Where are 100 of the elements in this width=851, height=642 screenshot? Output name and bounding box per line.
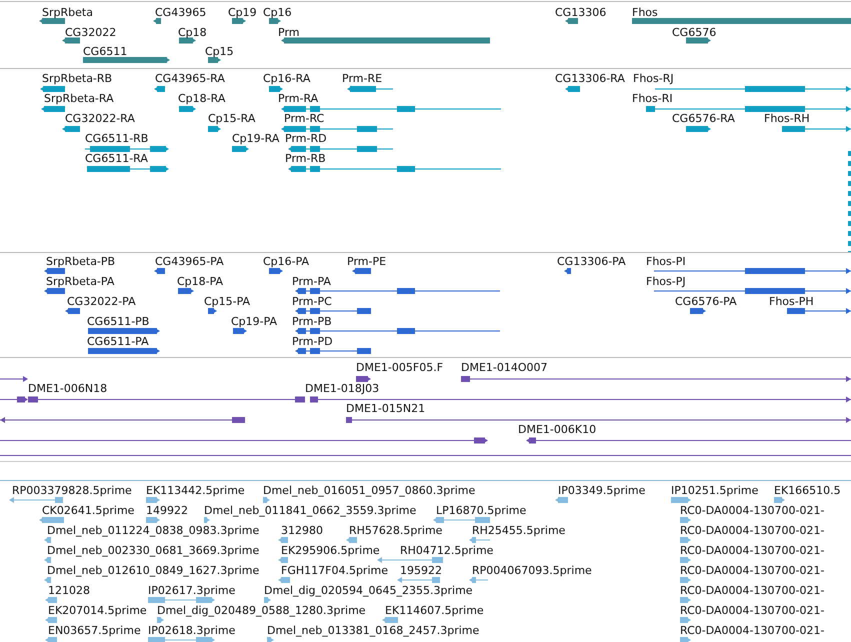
feature-label: Prm-PA (292, 275, 331, 288)
feature-label: CG6511-PB (87, 315, 150, 328)
feature-glyph[interactable] (44, 288, 65, 294)
feature-label: Prm-PD (292, 335, 333, 348)
feature-glyph[interactable] (269, 18, 281, 24)
feature-glyph[interactable] (288, 146, 394, 152)
feature-glyph[interactable] (654, 288, 851, 294)
feature-glyph[interactable] (154, 268, 165, 274)
feature-glyph[interactable] (86, 166, 169, 172)
feature-label: Prm-PC (292, 295, 332, 308)
feature-glyph[interactable] (347, 86, 394, 92)
feature-glyph[interactable] (356, 376, 371, 382)
feature-glyph[interactable] (295, 348, 372, 354)
feature-label: Dmel_neb_013381_0168_2457.3prime (267, 624, 480, 637)
feature-label: RC0-DA0004-130700-021- (680, 584, 824, 597)
feature-glyph[interactable] (88, 348, 160, 354)
feature-glyph[interactable] (310, 396, 851, 402)
feature-glyph[interactable] (654, 268, 851, 274)
feature-label: CG6511-RA (85, 152, 148, 165)
feature-glyph[interactable] (83, 57, 170, 63)
feature-label: 121028 (48, 584, 90, 597)
feature-glyph[interactable] (295, 328, 500, 334)
feature-label: Prm (278, 26, 300, 38)
feature-label: Cp18 (178, 26, 207, 38)
feature-glyph[interactable] (690, 308, 706, 314)
feature-label: IP02618.3prime (148, 624, 236, 637)
feature-label: CG6576-RA (672, 112, 735, 125)
feature-label: Dmel_neb_011224_0838_0983.3prime (47, 524, 260, 537)
feature-glyph[interactable] (178, 288, 194, 294)
feature-label: CG32022-PA (67, 295, 136, 308)
feature-glyph[interactable] (281, 106, 502, 112)
feature-label: RC0-DA0004-130700-021- (680, 504, 824, 517)
feature-label: RP003379828.5prime (12, 484, 132, 497)
feature-glyph[interactable] (346, 417, 851, 423)
feature-label: Prm-RE (342, 72, 382, 85)
feature-glyph[interactable] (39, 18, 65, 24)
feature-glyph[interactable] (233, 328, 247, 334)
feature-glyph[interactable] (62, 126, 80, 132)
feature-glyph[interactable] (0, 376, 28, 382)
feature-glyph[interactable] (786, 308, 851, 314)
feature-glyph[interactable] (208, 57, 221, 63)
feature-glyph[interactable] (269, 268, 283, 274)
feature-label: Fhos-PH (769, 295, 814, 308)
feature-glyph[interactable] (62, 38, 80, 44)
feature-glyph[interactable] (154, 86, 165, 92)
feature-glyph[interactable] (0, 417, 246, 423)
feature-label: Prm-RA (278, 92, 318, 105)
feature-label: Dmel_neb_016051_0957_0860.3prime (263, 484, 476, 497)
feature-label: CG6511-RB (85, 132, 148, 145)
feature-label: EK207014.5prime (48, 604, 147, 617)
feature-glyph[interactable] (0, 438, 488, 444)
feature-label: SrpRbeta-PB (46, 255, 116, 268)
feature-label: EK295906.5prime (281, 544, 380, 557)
feature-glyph[interactable] (295, 288, 500, 294)
feature-glyph[interactable] (281, 126, 394, 132)
feature-glyph[interactable] (686, 38, 711, 44)
feature-glyph[interactable] (782, 126, 851, 132)
feature-glyph[interactable] (208, 308, 217, 314)
feature-glyph[interactable] (28, 396, 305, 402)
feature-glyph[interactable] (352, 268, 371, 274)
feature-glyph[interactable] (84, 146, 169, 152)
feature-glyph[interactable] (686, 126, 711, 132)
feature-glyph[interactable] (565, 86, 580, 92)
feature-glyph[interactable] (232, 18, 246, 24)
feature-glyph[interactable] (646, 106, 851, 112)
feature-glyph[interactable] (40, 86, 65, 92)
feature-glyph[interactable] (288, 166, 502, 172)
feature-glyph[interactable] (153, 18, 161, 24)
feature-label: CG6576 (672, 26, 716, 38)
feature-label: Cp15 (205, 45, 234, 58)
feature-label: 195922 (400, 564, 442, 577)
feature-glyph[interactable] (295, 308, 372, 314)
feature-label: Fhos-PI (646, 255, 686, 268)
feature-label: Dmel_neb_011841_0662_3559.3prime (204, 504, 416, 517)
feature-glyph[interactable] (269, 86, 283, 92)
feature-label: CG43965-RA (155, 72, 225, 85)
feature-glyph[interactable] (41, 106, 65, 112)
feature-glyph[interactable] (232, 146, 249, 152)
feature-glyph[interactable] (65, 308, 80, 314)
feature-label: Cp16-PA (263, 255, 310, 268)
feature-glyph[interactable] (460, 376, 851, 382)
feature-glyph[interactable] (526, 438, 851, 444)
feature-label: SrpRbeta-RB (42, 72, 112, 85)
feature-glyph[interactable] (208, 126, 221, 132)
feature-label: SrpRbeta-PA (46, 275, 114, 288)
feature-glyph[interactable] (179, 106, 196, 112)
feature-glyph[interactable] (0, 396, 28, 402)
feature-label: CG6511-PA (87, 335, 149, 348)
feature-glyph[interactable] (564, 268, 571, 274)
feature-glyph[interactable] (44, 268, 65, 274)
feature-glyph[interactable] (179, 38, 196, 44)
feature-label: Cp19 (228, 6, 257, 19)
feature-glyph[interactable] (88, 328, 160, 334)
feature-label: RC0-DA0004-130700-021- (680, 544, 824, 557)
feature-label: Cp15-PA (204, 295, 250, 308)
feature-label: DME1-006N18 (28, 382, 108, 394)
feature-glyph[interactable] (654, 86, 851, 92)
feature-glyph[interactable] (565, 18, 578, 24)
feature-label: EK113442.5prime (146, 484, 245, 497)
feature-label: Fhos (632, 6, 658, 19)
